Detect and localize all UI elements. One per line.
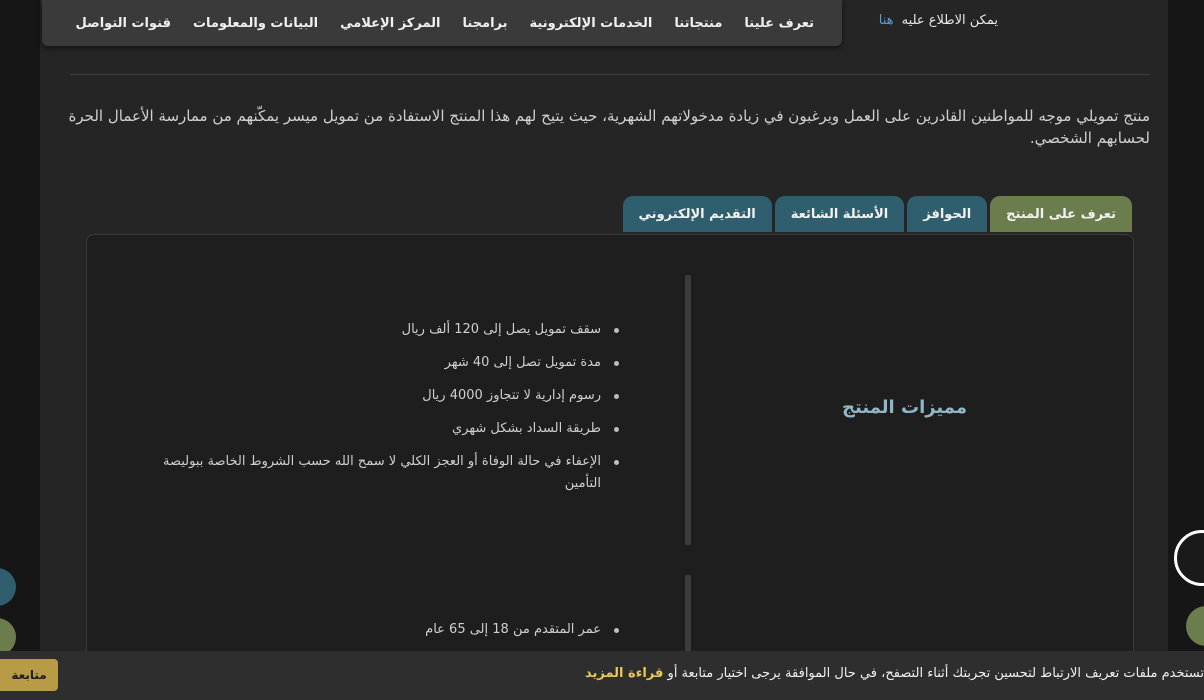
cookie-text: تستخدم ملفات تعريف الارتباط لتحسين تجربت…	[663, 666, 1204, 681]
nav-item-products[interactable]: منتجاتنا	[674, 16, 722, 31]
nav-item-programs[interactable]: برامجنا	[463, 16, 508, 31]
conditions-list: عمر المتقدم من 18 إلى 65 عام	[161, 619, 621, 652]
nav-item-data[interactable]: البيانات والمعلومات	[193, 16, 318, 31]
list-item: عمر المتقدم من 18 إلى 65 عام	[161, 619, 621, 641]
tab-about-product[interactable]: تعرف على المنتج	[990, 196, 1132, 232]
list-item: رسوم إدارية لا تتجاوز 4000 ريال	[161, 385, 621, 407]
nav-item-media-center[interactable]: المركز الإعلامي	[340, 16, 440, 31]
tab-incentives[interactable]: الحوافز	[907, 196, 988, 232]
nav-item-about[interactable]: تعرف علينا	[744, 16, 814, 31]
tab-e-apply[interactable]: التقديم الإلكتروني	[622, 196, 772, 232]
nav-item-e-services[interactable]: الخدمات الإلكترونية	[530, 16, 653, 31]
top-note-text: يمكن الاطلاع عليه	[901, 13, 998, 28]
list-item: مدة تمويل تصل إلى 40 شهر	[161, 352, 621, 374]
tab-faq[interactable]: الأسئلة الشائعة	[774, 196, 905, 232]
cookie-continue-button[interactable]: متابعة	[0, 659, 58, 691]
main-navbar: تعرف علينا منتجاتنا الخدمات الإلكترونية …	[42, 0, 842, 46]
list-item: سقف تمويل يصل إلى 120 ألف ريال	[161, 319, 621, 341]
top-note-link[interactable]: هنا	[879, 13, 894, 28]
list-item: طريقة السداد بشكل شهري	[161, 418, 621, 440]
top-note: يمكن الاطلاع عليه هنا	[879, 13, 998, 28]
right-margin	[1168, 0, 1204, 700]
nav-item-contact-channels[interactable]: قنوات التواصل	[76, 16, 171, 31]
cookie-banner: تستخدم ملفات تعريف الارتباط لتحسين تجربت…	[0, 651, 1204, 700]
cookie-message: تستخدم ملفات تعريف الارتباط لتحسين تجربت…	[585, 666, 1204, 681]
features-separator	[685, 275, 691, 545]
list-item: الإعفاء في حالة الوفاة أو العجز الكلي لا…	[161, 451, 621, 495]
tab-panel: مميزات المنتج سقف تمويل يصل إلى 120 ألف …	[86, 234, 1134, 674]
features-heading: مميزات المنتج	[842, 397, 967, 418]
product-tabs: تعرف على المنتج الحوافز الأسئلة الشائعة …	[622, 196, 1132, 232]
page: يمكن الاطلاع عليه هنا تعرف علينا منتجاتن…	[0, 0, 1204, 700]
features-list: سقف تمويل يصل إلى 120 ألف ريال مدة تمويل…	[161, 319, 621, 506]
product-intro: منتج تمويلي موجه للمواطنين القادرين على …	[68, 107, 1150, 147]
section-divider	[70, 74, 1150, 75]
cookie-read-more-link[interactable]: قراءة المزيد	[585, 666, 663, 681]
